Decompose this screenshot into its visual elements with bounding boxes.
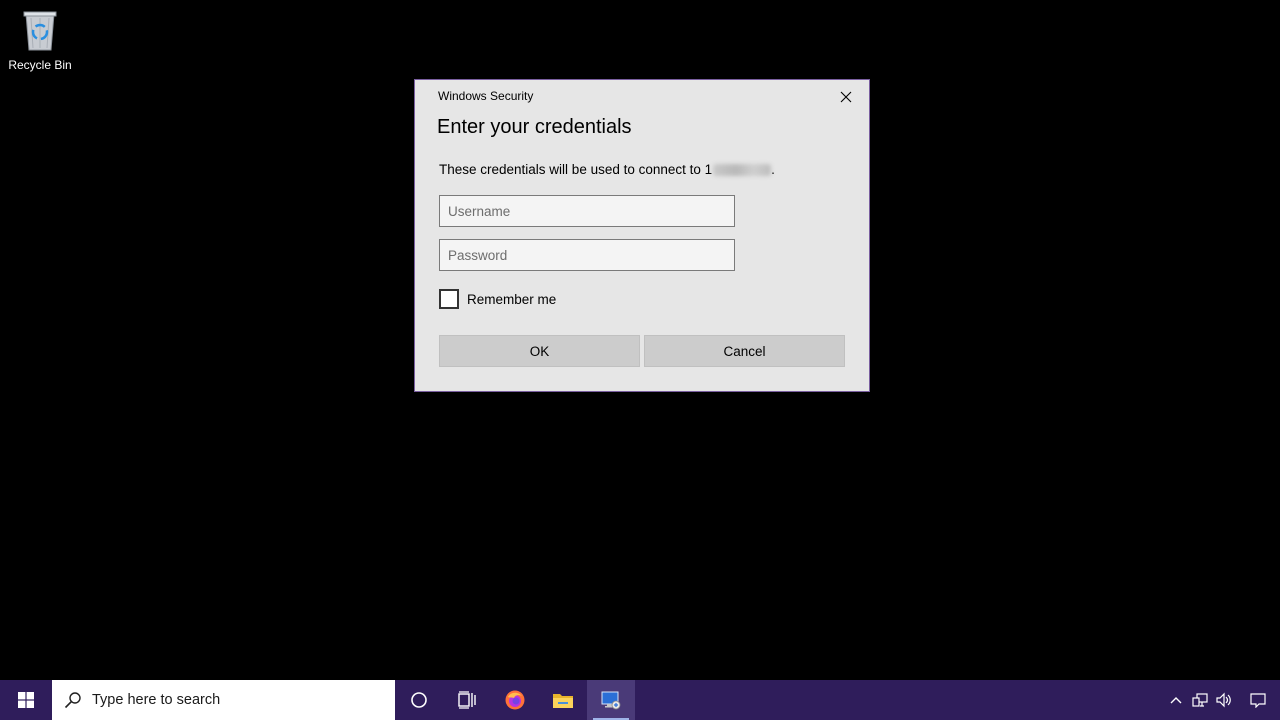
recycle-bin-label: Recycle Bin <box>8 58 72 72</box>
remember-me-option[interactable]: Remember me <box>439 289 556 309</box>
file-explorer-icon <box>553 694 573 708</box>
firefox-icon <box>505 690 525 710</box>
ok-button[interactable]: OK <box>439 335 640 367</box>
windows-logo-icon <box>18 692 34 708</box>
dialog-app-title: Windows Security <box>438 89 534 103</box>
show-hidden-icons-button[interactable] <box>1164 680 1188 720</box>
password-input[interactable] <box>439 239 735 271</box>
search-icon <box>64 692 81 709</box>
volume-icon <box>1216 692 1231 708</box>
volume-button[interactable] <box>1212 680 1236 720</box>
remember-me-checkbox[interactable] <box>439 289 459 309</box>
redacted-host <box>713 163 772 176</box>
start-button[interactable] <box>0 680 52 720</box>
close-icon <box>840 91 852 103</box>
notification-icon <box>1250 693 1266 708</box>
remember-me-label: Remember me <box>467 291 557 307</box>
network-icon <box>1192 693 1208 707</box>
task-view-icon <box>458 691 476 709</box>
remote-desktop-icon <box>601 691 621 710</box>
file-explorer-button[interactable] <box>539 680 587 720</box>
action-center-button[interactable] <box>1236 680 1280 720</box>
recycle-bin-shortcut[interactable]: Recycle Bin <box>4 6 76 72</box>
dialog-message-suffix: . <box>771 162 775 177</box>
remote-desktop-button[interactable] <box>587 680 635 720</box>
recycle-bin-icon <box>23 11 57 51</box>
dialog-message-text: These credentials will be used to connec… <box>439 162 713 177</box>
system-tray <box>1164 680 1280 720</box>
task-view-button[interactable] <box>443 680 491 720</box>
cortana-icon <box>411 692 427 708</box>
cancel-button[interactable]: Cancel <box>644 335 845 367</box>
search-placeholder: Type here to search <box>92 692 221 708</box>
dialog-heading: Enter your credentials <box>437 116 632 138</box>
dialog-message: These credentials will be used to connec… <box>439 162 775 177</box>
chevron-up-icon <box>1170 697 1182 704</box>
network-button[interactable] <box>1188 680 1212 720</box>
username-input[interactable] <box>439 195 735 227</box>
taskbar-search-box[interactable]: Type here to search <box>52 680 395 720</box>
close-button[interactable] <box>833 86 859 108</box>
taskbar: Type here to search <box>0 680 1280 720</box>
firefox-button[interactable] <box>491 680 539 720</box>
credentials-dialog: Windows Security Enter your credentials … <box>414 79 870 392</box>
cortana-button[interactable] <box>395 680 443 720</box>
